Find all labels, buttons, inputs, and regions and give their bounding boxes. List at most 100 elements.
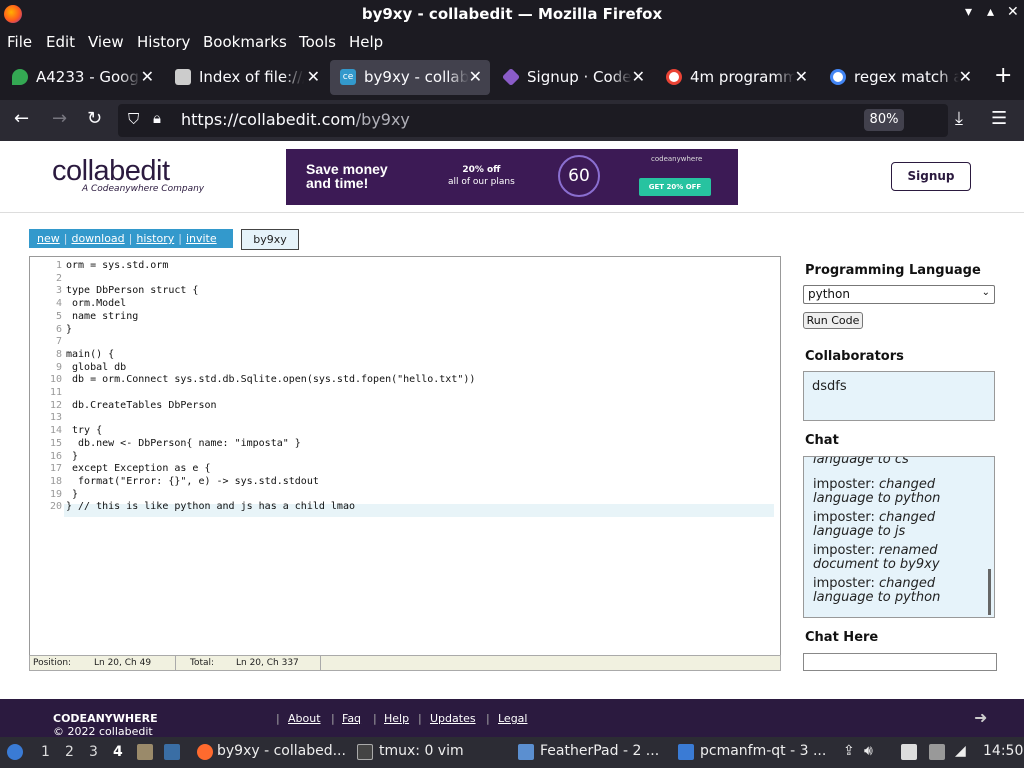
code-line[interactable]: db.new <- DbPerson{ name: "imposta" } [66,438,301,451]
menu-edit[interactable]: Edit [46,33,75,51]
footer-updates-link[interactable]: Updates [430,712,476,725]
clipboard-icon[interactable] [901,744,917,760]
menu-tools[interactable]: Tools [299,33,336,51]
code-line[interactable]: global db [66,362,126,375]
close-tab-icon[interactable]: ✕ [141,67,154,86]
footer-legal-link[interactable]: Legal [498,712,527,725]
menu-help[interactable]: Help [349,33,383,51]
folder-icon [678,744,694,760]
line-number: 16 [49,450,62,462]
close-tab-icon[interactable]: ✕ [632,67,645,86]
workspace-3[interactable]: 3 [89,744,98,760]
close-tab-icon[interactable]: ✕ [469,67,482,86]
tab-4m-programming[interactable]: 4m programming language ✕ [656,60,816,95]
url-text[interactable]: https://collabedit.com/by9xy [181,110,410,129]
minimize-icon[interactable]: ▾ [965,4,972,20]
tab-google-maps[interactable]: A4233 - Google Maps ✕ [2,60,162,95]
menu-file[interactable]: File [7,33,32,51]
menu-history[interactable]: History [137,33,190,51]
reload-icon[interactable]: ↻ [87,108,102,129]
file-manager-icon[interactable] [137,744,153,760]
tab-regex-match[interactable]: regex match all ✕ [820,60,980,95]
collaborator-item: dsdfs [812,379,847,394]
new-link[interactable]: new [37,232,60,245]
code-line[interactable]: } [66,324,72,337]
volume-icon[interactable]: 🔊︎ [864,743,873,759]
tab-signup-codeanywhere[interactable]: Signup · Codeanywhere ✕ [493,60,653,95]
taskbar-app-featherpad[interactable]: FeatherPad - 2 ... [540,743,659,759]
code-line[interactable]: } [66,451,78,464]
chat-scrollbar[interactable] [988,569,991,615]
language-heading: Programming Language [805,263,981,278]
footer-faq-link[interactable]: Faq [342,712,361,725]
ad-cta-button[interactable]: GET 20% OFF [639,178,711,196]
back-icon[interactable]: ← [14,108,29,129]
shield-icon[interactable]: ⛉ [128,110,139,128]
download-link[interactable]: download [71,232,124,245]
run-code-button[interactable]: Run Code [803,312,863,329]
language-select[interactable]: python ⌄ [803,285,995,304]
google-icon [830,69,846,85]
desktop-icon[interactable] [164,744,180,760]
code-line[interactable]: } [66,489,78,502]
code-line[interactable]: orm = sys.std.orm [66,260,168,273]
close-tab-icon[interactable]: ✕ [959,67,972,86]
taskbar-app-firefox[interactable]: by9xy - collabed... [217,743,346,759]
downloads-icon[interactable]: ⤓ [955,108,963,129]
ad-timer: 60 [558,155,600,197]
upload-icon[interactable]: ⇪ [843,743,855,759]
workspace-2[interactable]: 2 [65,744,74,760]
tab-collabedit[interactable]: ce by9xy - collabedit ✕ [330,60,490,95]
code-line[interactable]: db.CreateTables DbPerson [66,400,217,413]
forward-icon[interactable]: → [52,108,67,129]
tab-index-of-file[interactable]: Index of file:/// ✕ [165,60,328,95]
code-editor[interactable]: 1 2 3 4 5 6 7 8 9 10 11 12 13 14 15 16 17 18 19 20 orm = sy… [29,256,781,671]
line-number: 3 [55,285,62,297]
chat-log[interactable]: language to cs imposter: changed languag… [803,456,995,618]
menu-bar: File Edit View History Bookmarks Tools H… [0,29,1024,55]
code-line[interactable]: } // this is like python and js has a ch… [66,501,355,514]
footer-about-link[interactable]: About [288,712,321,725]
line-number: 11 [49,387,62,398]
network-icon[interactable]: ◢ [955,743,966,759]
lock-icon[interactable]: 🔒︎ [153,109,161,127]
code-line[interactable]: main() { [66,349,114,362]
code-line[interactable]: try { [66,425,102,438]
line-number: 5 [55,310,62,322]
chat-input[interactable] [803,653,997,671]
code-line[interactable]: orm.Model [66,298,126,311]
tab-label: A4233 - Google Maps [36,68,141,86]
menu-view[interactable]: View [88,33,124,51]
app-menu-icon[interactable]: ☰ [991,108,1007,129]
footer-help-link[interactable]: Help [384,712,409,725]
invite-link[interactable]: invite [186,232,217,245]
code-line[interactable]: format("Error: {}", e) -> sys.std.stdout [66,476,319,489]
chat-heading: Chat [805,433,839,448]
featherpad-icon [518,744,534,760]
taskbar-app-tmux[interactable]: tmux: 0 vim [379,743,464,759]
close-tab-icon[interactable]: ✕ [795,67,808,86]
close-window-icon[interactable]: ✕ [1007,4,1019,20]
signup-button[interactable]: Signup [891,162,971,191]
taskbar-app-pcmanfm[interactable]: pcmanfm-qt - 3 ... [700,743,826,759]
start-menu-icon[interactable] [7,744,23,760]
workspace-4[interactable]: 4 [113,744,123,760]
code-line[interactable]: name string [66,311,138,324]
new-tab-button[interactable]: + [994,63,1012,88]
tab-label: by9xy - collabedit [364,68,469,86]
arrow-right-icon[interactable]: ➜ [974,708,987,727]
code-line[interactable]: db = orm.Connect sys.std.db.Sqlite.open(… [66,374,475,387]
url-host: https://collabedit.com [181,110,356,129]
close-tab-icon[interactable]: ✕ [307,67,320,86]
code-line[interactable]: type DbPerson struct { [66,285,198,298]
advertisement-banner[interactable]: Save money and time! 20% off all of our pl… [286,149,738,205]
zoom-level[interactable]: 80% [864,109,904,131]
maximize-icon[interactable]: ▴ [987,4,994,20]
menu-bookmarks[interactable]: Bookmarks [203,33,287,51]
display-icon[interactable] [929,744,945,760]
code-line[interactable]: except Exception as e { [66,463,210,476]
history-link[interactable]: history [136,232,174,245]
line-number: 13 [49,412,62,424]
workspace-1[interactable]: 1 [41,744,50,760]
document-name[interactable]: by9xy [241,229,299,250]
